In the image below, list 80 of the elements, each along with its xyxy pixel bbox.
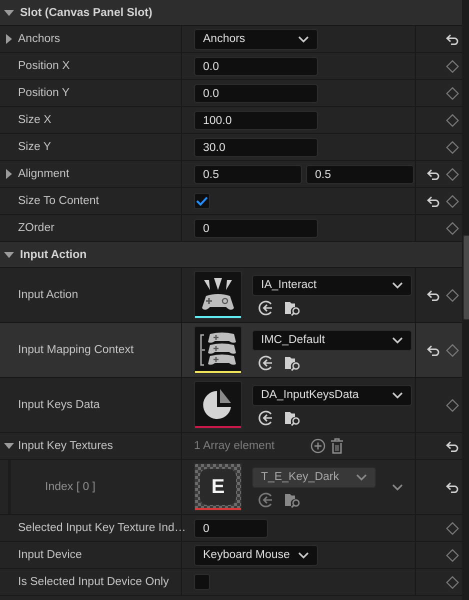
property-label: Position X xyxy=(18,60,70,72)
asset-thumbnail[interactable] xyxy=(194,326,242,374)
asset-dropdown[interactable]: DA_InputKeysData xyxy=(252,384,412,406)
chevron-down-icon xyxy=(392,484,403,490)
dropdown[interactable]: Anchors xyxy=(194,28,318,50)
collapse-arrow-icon[interactable] xyxy=(4,250,14,260)
property-label: Input Mapping Context xyxy=(18,344,134,356)
reset-arrow-icon[interactable] xyxy=(446,34,459,44)
number-field[interactable]: 0 xyxy=(194,518,268,538)
property-label: Is Selected Input Device Only xyxy=(18,576,169,588)
array-count: 1 Array element xyxy=(194,440,276,452)
keyframe-diamond-icon[interactable] xyxy=(446,168,459,180)
keyframe-diamond-icon[interactable] xyxy=(446,222,459,234)
chevron-down-icon xyxy=(392,282,403,288)
property-label: Input Key Textures xyxy=(18,440,114,452)
property-label: Position Y xyxy=(18,87,70,99)
collapse-arrow-icon[interactable] xyxy=(4,8,14,18)
keyframe-diamond-icon[interactable] xyxy=(446,60,459,72)
chevron-down-icon xyxy=(298,552,309,558)
property-label: Alignment xyxy=(18,168,70,180)
property-label: Size Y xyxy=(18,141,52,153)
arrow-left-circle-icon[interactable] xyxy=(258,410,274,426)
section-title: Slot (Canvas Panel Slot) xyxy=(20,6,152,18)
property-label: Input Action xyxy=(18,289,78,301)
property-label: ZOrder xyxy=(18,222,54,234)
keyframe-diamond-icon[interactable] xyxy=(446,344,459,356)
property-label: Anchors xyxy=(18,33,60,45)
property-label: Selected Input Key Texture Ind… xyxy=(18,522,186,534)
trash-icon[interactable] xyxy=(330,438,344,454)
property-label: Input Device xyxy=(18,549,82,561)
keyframe-diamond-icon[interactable] xyxy=(446,140,459,154)
keyframe-diamond-icon[interactable] xyxy=(446,398,459,412)
reset-arrow-icon[interactable] xyxy=(427,344,440,356)
collapse-arrow-icon[interactable] xyxy=(4,441,14,451)
property-label: Index [ 0 ] xyxy=(45,481,96,493)
expand-arrow-icon[interactable] xyxy=(4,34,14,44)
checkbox[interactable] xyxy=(194,193,210,209)
add-circle-icon[interactable] xyxy=(310,438,326,454)
keyframe-diamond-icon[interactable] xyxy=(446,576,459,588)
reset-arrow-icon[interactable] xyxy=(427,290,440,300)
asset-dropdown[interactable]: IA_Interact xyxy=(252,274,412,296)
section-header[interactable]: Input Action xyxy=(0,242,462,268)
folder-search-icon[interactable] xyxy=(284,410,301,426)
reset-arrow-icon[interactable] xyxy=(427,196,440,206)
chevron-down-icon xyxy=(356,474,367,480)
section-title: Input Action xyxy=(20,248,87,260)
folder-search-icon[interactable] xyxy=(284,300,301,316)
folder-search-icon[interactable] xyxy=(284,354,301,370)
number-field[interactable]: 0.5 xyxy=(306,164,414,184)
keyframe-diamond-icon[interactable] xyxy=(446,194,459,208)
arrow-left-circle-icon[interactable] xyxy=(258,354,274,370)
number-field[interactable]: 0.0 xyxy=(194,56,318,76)
reset-arrow-icon[interactable] xyxy=(446,440,459,452)
asset-thumbnail[interactable] xyxy=(194,271,242,319)
keyframe-diamond-icon[interactable] xyxy=(446,548,459,562)
property-label: Input Keys Data xyxy=(18,399,100,411)
number-field[interactable]: 30.0 xyxy=(194,138,318,156)
section-header[interactable]: Slot (Canvas Panel Slot) xyxy=(0,0,462,26)
reset-arrow-icon[interactable] xyxy=(427,168,440,180)
number-field[interactable]: 0.5 xyxy=(194,164,302,184)
arrow-left-circle-icon[interactable] xyxy=(258,300,274,316)
number-field[interactable]: 100.0 xyxy=(194,110,318,130)
property-label: Size To Content xyxy=(18,195,99,207)
number-field[interactable]: 0.0 xyxy=(194,84,318,102)
key-cap-icon: E xyxy=(200,469,236,505)
keyframe-diamond-icon[interactable] xyxy=(446,114,459,126)
expand-arrow-icon[interactable] xyxy=(4,169,14,179)
keyframe-diamond-icon[interactable] xyxy=(446,288,459,302)
keyframe-diamond-icon[interactable] xyxy=(446,86,459,100)
keyframe-diamond-icon[interactable] xyxy=(446,522,459,534)
property-label: Size X xyxy=(18,114,52,126)
asset-thumbnail[interactable] xyxy=(194,381,242,429)
checkbox[interactable] xyxy=(194,574,210,590)
asset-dropdown[interactable]: IMC_Default xyxy=(252,330,412,350)
chevron-down-icon xyxy=(298,36,309,42)
chevron-down-icon xyxy=(392,392,403,398)
number-field[interactable]: 0 xyxy=(194,218,318,238)
chevron-down-icon xyxy=(392,336,403,344)
checkmark-icon xyxy=(196,196,208,206)
dropdown[interactable]: Keyboard Mouse xyxy=(194,544,318,566)
